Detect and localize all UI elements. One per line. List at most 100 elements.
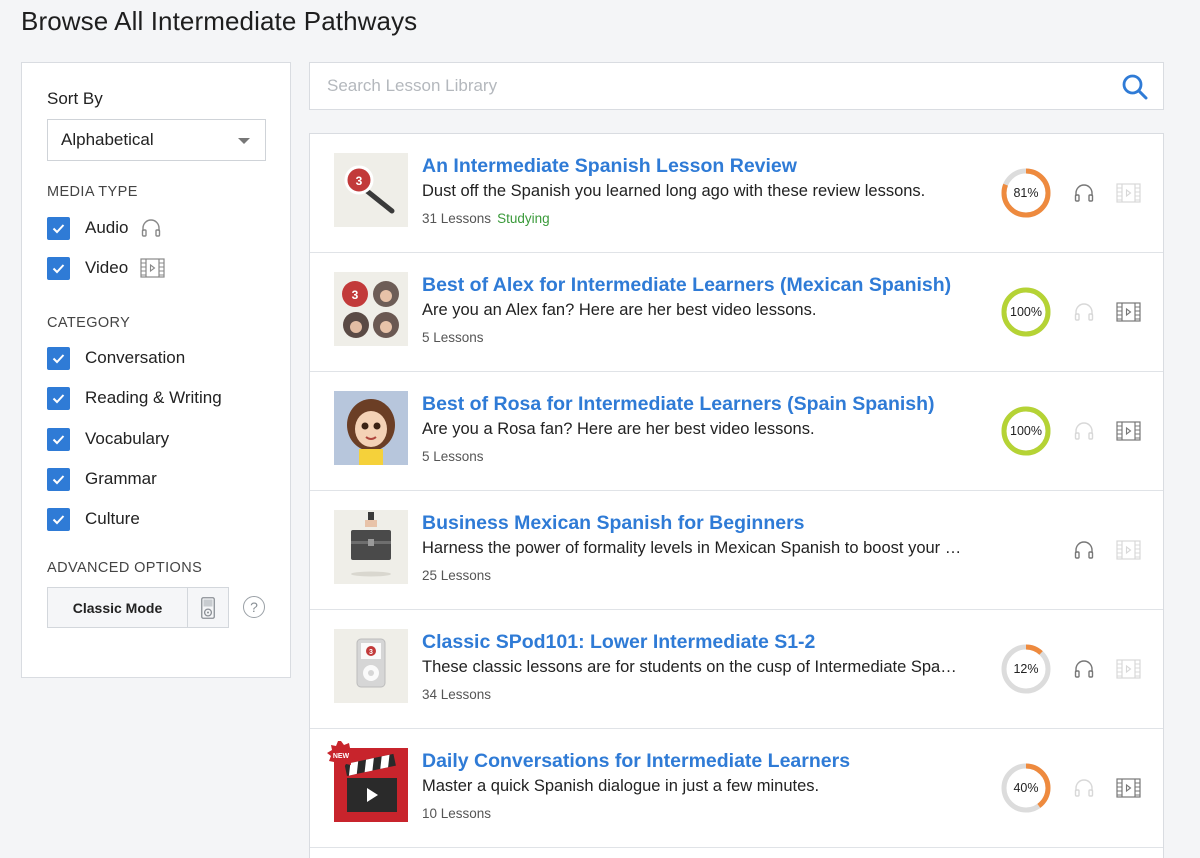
progress-percent: 100% — [1010, 305, 1042, 319]
headphones-icon — [1074, 660, 1094, 678]
progress-ring: 40% — [1001, 763, 1051, 813]
conversation-checkbox[interactable] — [47, 346, 70, 370]
pathway-title[interactable]: Best of Rosa for Intermediate Learners (… — [422, 393, 935, 416]
svg-text:3: 3 — [369, 649, 373, 656]
lesson-count: 5 Lessons — [422, 330, 484, 345]
category-heading: CATEGORY — [47, 315, 131, 331]
lesson-count: 5 Lessons — [422, 449, 484, 464]
video-checkbox[interactable] — [47, 256, 70, 280]
pathway-title[interactable]: Business Mexican Spanish for Beginners — [422, 512, 805, 535]
pathway-description: Are you a Rosa fan? Here are her best vi… — [422, 420, 815, 438]
pathway-item[interactable]: 3 Classic SPod101: Lower Intermediate S1… — [310, 610, 1163, 729]
pathway-item[interactable]: 3 Best of Alex for Intermediate Learners… — [310, 253, 1163, 372]
headphones-icon — [1074, 184, 1094, 202]
sort-by-value: Alphabetical — [61, 130, 154, 149]
audio-label: Audio — [85, 218, 129, 237]
pathway-meta: 10 Lessons — [422, 806, 491, 821]
filter-conversation[interactable]: Conversation — [47, 346, 185, 370]
host-collage-thumbnail[interactable]: 3 — [334, 272, 408, 346]
culture-label: Culture — [85, 509, 140, 528]
pathway-meta: 25 Lessons — [422, 568, 491, 583]
briefcase-thumbnail[interactable] — [334, 510, 408, 584]
pathway-meta: 5 Lessons — [422, 330, 484, 345]
progress-ring: 100% — [1001, 287, 1051, 337]
film-icon — [1116, 302, 1141, 322]
pathway-title[interactable]: Best of Alex for Intermediate Learners (… — [422, 274, 951, 297]
film-icon — [140, 258, 165, 278]
culture-checkbox[interactable] — [47, 507, 70, 531]
filter-reading-writing[interactable]: Reading & Writing — [47, 386, 222, 410]
magnifier-thumbnail[interactable]: 3 — [334, 153, 408, 227]
filter-grammar[interactable]: Grammar — [47, 467, 157, 491]
filter-culture[interactable]: Culture — [47, 507, 140, 531]
headphones-icon — [1074, 303, 1094, 321]
pathway-item[interactable]: NEW Daily Conversations for Intermediate… — [310, 729, 1163, 848]
vocabulary-label: Vocabulary — [85, 429, 170, 448]
classic-mode-toggle[interactable] — [187, 587, 229, 628]
film-icon — [1116, 659, 1141, 679]
progress-percent: 81% — [1013, 186, 1039, 200]
sort-by-label: Sort By — [47, 89, 103, 108]
media-type-heading: MEDIA TYPE — [47, 184, 138, 200]
pathway-title[interactable]: An Intermediate Spanish Lesson Review — [422, 155, 797, 178]
progress-percent: 100% — [1010, 424, 1042, 438]
progress-percent: 12% — [1013, 662, 1039, 676]
lesson-count: 31 Lessons — [422, 211, 492, 226]
film-icon — [1116, 421, 1141, 441]
svg-text:3: 3 — [356, 174, 363, 188]
advanced-options-heading: ADVANCED OPTIONS — [47, 560, 203, 576]
film-icon — [1116, 183, 1141, 203]
pathway-title[interactable]: Daily Conversations for Intermediate Lea… — [422, 750, 850, 773]
new-badge: NEW — [327, 741, 356, 769]
film-icon — [1116, 540, 1141, 560]
reading-writing-label: Reading & Writing — [85, 388, 222, 407]
filter-sidebar: Sort By Alphabetical MEDIA TYPE Audio Vi… — [21, 62, 291, 678]
classic-mode-button[interactable]: Classic Mode — [47, 587, 188, 628]
filter-vocabulary[interactable]: Vocabulary — [47, 427, 169, 451]
audio-checkbox[interactable] — [47, 216, 70, 240]
status-badge: Studying — [497, 211, 550, 226]
pathway-description: Dust off the Spanish you learned long ag… — [422, 182, 926, 200]
search-icon[interactable] — [1121, 73, 1149, 101]
pathway-meta: 34 Lessons — [422, 687, 491, 702]
lesson-count: 34 Lessons — [422, 687, 492, 702]
search-input[interactable] — [310, 63, 1100, 109]
lesson-count: 10 Lessons — [422, 806, 492, 821]
grammar-label: Grammar — [85, 469, 157, 488]
lesson-count: 25 Lessons — [422, 568, 492, 583]
pathway-description: Are you an Alex fan? Here are her best v… — [422, 301, 817, 319]
pathway-meta: 5 Lessons — [422, 449, 484, 464]
cartoon-host-thumbnail[interactable] — [334, 391, 408, 465]
ipod-thumbnail[interactable]: 3 — [334, 629, 408, 703]
pathway-description: Master a quick Spanish dialogue in just … — [422, 777, 820, 795]
film-icon — [1116, 778, 1141, 798]
pathway-item[interactable]: Business Mexican Spanish for Beginners H… — [310, 491, 1163, 610]
help-button[interactable]: ? — [243, 596, 265, 618]
clapperboard-thumbnail[interactable]: NEW — [327, 741, 408, 822]
pathway-title[interactable]: Classic SPod101: Lower Intermediate S1-2 — [422, 631, 815, 654]
pathway-description: Harness the power of formality levels in… — [422, 539, 962, 557]
caret-down-icon — [238, 138, 250, 144]
vocabulary-checkbox[interactable] — [47, 427, 70, 451]
progress-percent: 40% — [1013, 781, 1039, 795]
conversation-label: Conversation — [85, 348, 186, 367]
search-bar — [309, 62, 1164, 110]
pathway-item[interactable]: Best of Rosa for Intermediate Learners (… — [310, 372, 1163, 491]
pathway-description: These classic lessons are for students o… — [422, 658, 957, 676]
svg-text:3: 3 — [352, 288, 359, 302]
sort-by-select[interactable]: Alphabetical — [47, 119, 266, 161]
filter-video[interactable]: Video — [47, 256, 165, 280]
pathway-list: 3 An Intermediate Spanish Lesson Review … — [309, 133, 1164, 858]
video-label: Video — [85, 258, 129, 277]
reading-writing-checkbox[interactable] — [47, 386, 70, 410]
progress-ring: 12% — [1001, 644, 1051, 694]
grammar-checkbox[interactable] — [47, 467, 70, 491]
ipod-icon — [201, 596, 215, 619]
headphones-icon — [1074, 779, 1094, 797]
new-badge-text: NEW — [333, 753, 350, 760]
filter-audio[interactable]: Audio — [47, 216, 162, 240]
progress-ring: 100% — [1001, 406, 1051, 456]
progress-ring: 81% — [1001, 168, 1051, 218]
pathway-item[interactable]: 3 An Intermediate Spanish Lesson Review … — [310, 134, 1163, 253]
headphones-icon — [1074, 422, 1094, 440]
